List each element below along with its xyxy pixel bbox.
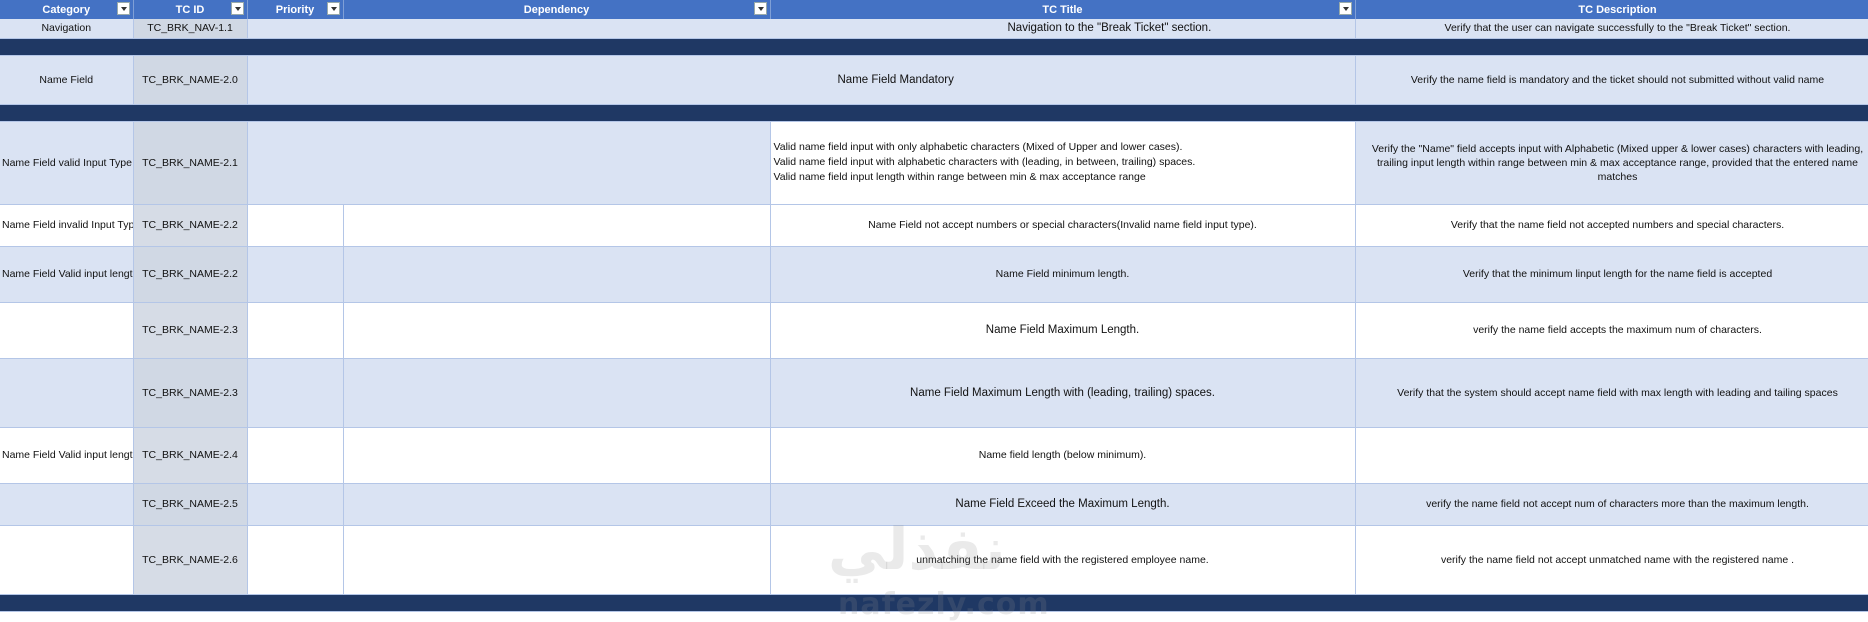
dependency-cell[interactable] bbox=[343, 204, 771, 247]
category-cell[interactable]: Name Field bbox=[0, 55, 134, 105]
table-row: Navigation TC_BRK_NAV-1.1 Navigation to … bbox=[0, 19, 1868, 39]
tc-id-cell[interactable]: TC_BRK_NAME-2.5 bbox=[133, 483, 248, 526]
tc-id-cell[interactable]: TC_BRK_NAV-1.1 bbox=[133, 19, 248, 39]
dependency-cell[interactable] bbox=[343, 358, 771, 428]
tc-description-cell[interactable]: Verify that the user can navigate succes… bbox=[1355, 19, 1868, 39]
tc-description-cell[interactable]: Verify the name field is mandatory and t… bbox=[1355, 55, 1868, 105]
category-cell[interactable]: Name Field invalid Input Type bbox=[0, 204, 134, 247]
column-header-tc-description[interactable]: TC Description bbox=[1355, 0, 1868, 19]
dependency-line: Valid name field input with only alphabe… bbox=[773, 141, 1183, 153]
priority-cell[interactable] bbox=[247, 483, 344, 526]
priority-cell[interactable] bbox=[247, 204, 344, 247]
priority-cell[interactable] bbox=[247, 358, 344, 428]
category-cell[interactable]: Navigation bbox=[0, 19, 134, 39]
tc-description-cell[interactable]: Verify the "Name" field accepts input wi… bbox=[1355, 121, 1868, 205]
table-row: Name Field Valid input length TC_BRK_NAM… bbox=[0, 427, 1868, 484]
table-row: TC_BRK_NAME-2.3 Name Field Maximum Lengt… bbox=[0, 358, 1868, 428]
column-header-dependency[interactable]: Dependency bbox=[343, 0, 771, 19]
section-separator bbox=[0, 594, 1868, 612]
tc-title-cell[interactable]: Name Field Exceed the Maximum Length. bbox=[770, 483, 1356, 526]
empty-cell[interactable] bbox=[247, 121, 771, 205]
table-row: TC_BRK_NAME-2.5 Name Field Exceed the Ma… bbox=[0, 483, 1868, 526]
tc-id-cell[interactable]: TC_BRK_NAME-2.1 bbox=[133, 121, 248, 205]
tc-id-cell[interactable]: TC_BRK_NAME-2.6 bbox=[133, 525, 248, 595]
filter-dropdown-icon[interactable] bbox=[326, 2, 340, 15]
tc-description-cell[interactable]: verify the name field not accept num of … bbox=[1355, 483, 1868, 526]
tc-title-cell[interactable]: Name field length (below minimum). bbox=[770, 427, 1356, 484]
tc-title-cell[interactable]: Name Field Mandatory bbox=[247, 55, 1356, 105]
table-row: Name Field valid Input Type TC_BRK_NAME-… bbox=[0, 121, 1868, 205]
dependency-cell[interactable]: Valid name field input with only alphabe… bbox=[770, 121, 1356, 205]
dependency-line: Valid name field input length within ran… bbox=[773, 171, 1146, 183]
column-header-priority[interactable]: Priority bbox=[247, 0, 344, 19]
table-row: Name Field TC_BRK_NAME-2.0 Name Field Ma… bbox=[0, 55, 1868, 105]
priority-cell[interactable] bbox=[247, 427, 344, 484]
priority-cell[interactable] bbox=[247, 246, 344, 303]
priority-cell[interactable] bbox=[247, 525, 344, 595]
tc-id-cell[interactable]: TC_BRK_NAME-2.4 bbox=[133, 427, 248, 484]
table-row: TC_BRK_NAME-2.6 unmatching the name fiel… bbox=[0, 525, 1868, 595]
tc-description-cell[interactable]: verify the name field not accept unmatch… bbox=[1355, 525, 1868, 595]
dependency-line: Valid name field input with alphabetic c… bbox=[773, 156, 1196, 168]
tc-title-cell[interactable]: Name Field not accept numbers or special… bbox=[770, 204, 1356, 247]
dependency-cell[interactable] bbox=[343, 246, 771, 303]
tc-title-cell[interactable]: Name Field Maximum Length. bbox=[770, 302, 1356, 359]
section-separator bbox=[0, 104, 1868, 122]
table-row: Name Field Valid input length TC_BRK_NAM… bbox=[0, 246, 1868, 303]
tc-title-cell[interactable]: Name Field minimum length. bbox=[770, 246, 1356, 303]
tc-id-cell[interactable]: TC_BRK_NAME-2.3 bbox=[133, 302, 248, 359]
filter-dropdown-icon[interactable] bbox=[753, 2, 767, 15]
table-row: TC_BRK_NAME-2.3 Name Field Maximum Lengt… bbox=[0, 302, 1868, 359]
category-cell[interactable] bbox=[0, 525, 134, 595]
tc-id-cell[interactable]: TC_BRK_NAME-2.2 bbox=[133, 246, 248, 303]
tc-id-cell[interactable]: TC_BRK_NAME-2.0 bbox=[133, 55, 248, 105]
tc-id-cell[interactable]: TC_BRK_NAME-2.2 bbox=[133, 204, 248, 247]
tc-description-cell[interactable]: Verify that the name field not accepted … bbox=[1355, 204, 1868, 247]
tc-description-cell[interactable] bbox=[1355, 427, 1868, 484]
column-header-category[interactable]: Category bbox=[0, 0, 134, 19]
filter-dropdown-icon[interactable] bbox=[1338, 2, 1352, 15]
priority-cell[interactable] bbox=[247, 302, 344, 359]
category-cell[interactable]: Name Field Valid input length bbox=[0, 427, 134, 484]
filter-dropdown-icon[interactable] bbox=[230, 2, 244, 15]
header-row: Category TC ID Priority Dependency TC Ti… bbox=[0, 0, 1868, 19]
category-cell[interactable] bbox=[0, 302, 134, 359]
test-case-sheet: Category TC ID Priority Dependency TC Ti… bbox=[0, 0, 1868, 612]
tc-id-cell[interactable]: TC_BRK_NAME-2.3 bbox=[133, 358, 248, 428]
category-cell[interactable] bbox=[0, 358, 134, 428]
dependency-cell[interactable] bbox=[343, 302, 771, 359]
column-header-tc-id[interactable]: TC ID bbox=[133, 0, 248, 19]
dependency-cell[interactable] bbox=[343, 483, 771, 526]
category-cell[interactable]: Name Field Valid input length bbox=[0, 246, 134, 303]
tc-description-cell[interactable]: Verify that the system should accept nam… bbox=[1355, 358, 1868, 428]
dependency-cell[interactable] bbox=[343, 427, 771, 484]
section-separator bbox=[0, 38, 1868, 56]
dependency-cell[interactable] bbox=[343, 525, 771, 595]
tc-title-cell[interactable]: Navigation to the "Break Ticket" section… bbox=[247, 19, 1356, 39]
category-cell[interactable] bbox=[0, 483, 134, 526]
category-cell[interactable]: Name Field valid Input Type bbox=[0, 121, 134, 205]
tc-title-cell[interactable]: Name Field Maximum Length with (leading,… bbox=[770, 358, 1356, 428]
table-row: Name Field invalid Input Type TC_BRK_NAM… bbox=[0, 204, 1868, 247]
column-header-tc-title[interactable]: TC Title bbox=[770, 0, 1356, 19]
tc-description-cell[interactable]: verify the name field accepts the maximu… bbox=[1355, 302, 1868, 359]
tc-description-cell[interactable]: Verify that the minimum linput length fo… bbox=[1355, 246, 1868, 303]
filter-dropdown-icon[interactable] bbox=[116, 2, 130, 15]
tc-title-cell[interactable]: unmatching the name field with the regis… bbox=[770, 525, 1356, 595]
